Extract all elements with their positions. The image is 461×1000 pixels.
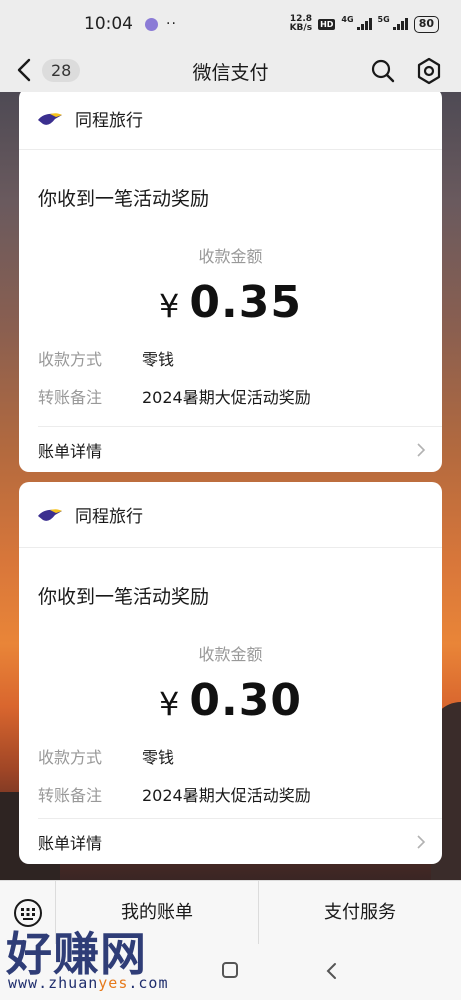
currency-symbol: ¥: [159, 287, 180, 325]
net-5g-label: 5G: [377, 15, 390, 24]
detail-row-method: 收款方式 零钱: [19, 744, 442, 768]
back-icon[interactable]: [324, 962, 338, 980]
unread-count-badge: 28: [42, 58, 81, 82]
brand-logo-icon: [38, 112, 62, 125]
status-more: ··: [166, 16, 177, 32]
amount: ¥ 0.30: [19, 675, 442, 726]
card-message: 你收到一笔活动奖励: [38, 188, 210, 210]
method-label: 收款方式: [38, 748, 103, 767]
brand-name: 同程旅行: [75, 507, 143, 527]
note-value: 2024暑期大促活动奖励: [142, 786, 311, 805]
net-4g-label: 4G: [341, 15, 354, 24]
gear-icon[interactable]: [415, 57, 443, 85]
menu-payment-services[interactable]: 支付服务: [258, 880, 461, 945]
payment-card[interactable]: 同程旅行 你收到一笔活动奖励 收款金额 ¥ 0.30 收款方式 零钱 转账备注 …: [19, 482, 442, 864]
net-speed-unit: KB/s: [289, 23, 313, 33]
detail-row-note: 转账备注 2024暑期大促活动奖励: [19, 782, 442, 806]
watermark-url-highlight: yes: [98, 974, 129, 992]
home-icon[interactable]: [222, 962, 238, 978]
battery-indicator: 80: [413, 15, 439, 33]
signal-icon-2: [392, 18, 408, 30]
note-label: 转账备注: [38, 388, 103, 407]
app-notification-icon: [145, 17, 158, 31]
bill-details-label: 账单详情: [38, 441, 103, 461]
back-button[interactable]: 28: [14, 56, 81, 84]
watermark-url: www.zhuanyes.com: [8, 974, 169, 992]
bill-details-link[interactable]: 账单详情: [38, 818, 442, 864]
bill-details-link[interactable]: 账单详情: [38, 426, 442, 472]
card-header: 同程旅行: [19, 92, 442, 150]
method-label: 收款方式: [38, 350, 103, 369]
hd-badge: HD: [318, 18, 336, 30]
detail-row-note: 转账备注 2024暑期大促活动奖励: [19, 384, 442, 408]
method-value: 零钱: [142, 748, 175, 767]
brand-logo-icon: [38, 508, 62, 521]
status-time: 10:04: [84, 14, 133, 34]
chevron-right-icon: [417, 442, 426, 457]
amount-value: 0.30: [189, 675, 302, 726]
net-speed: 12.8 KB/s: [290, 15, 312, 33]
chevron-right-icon: [417, 834, 426, 849]
status-bar: 10:04 ·· 12.8 KB/s HD 4G 5G 80: [0, 0, 461, 48]
card-message: 你收到一笔活动奖励: [38, 586, 210, 608]
watermark-url-post: .com: [128, 974, 169, 992]
chevron-left-icon: [17, 58, 31, 82]
amount-label: 收款金额: [198, 247, 263, 266]
amount: ¥ 0.35: [19, 277, 442, 328]
watermark-url-pre: www.zhuan: [8, 974, 99, 992]
card-header: 同程旅行: [19, 482, 442, 548]
payment-card[interactable]: 同程旅行 你收到一笔活动奖励 收款金额 ¥ 0.35 收款方式 零钱 转账备注 …: [19, 92, 442, 472]
bill-details-label: 账单详情: [38, 833, 103, 853]
detail-row-method: 收款方式 零钱: [19, 346, 442, 370]
status-indicators: 12.8 KB/s HD 4G 5G 80: [290, 15, 439, 33]
note-value: 2024暑期大促活动奖励: [142, 388, 311, 407]
amount-label: 收款金额: [198, 645, 263, 664]
brand-name: 同程旅行: [75, 111, 143, 131]
header: 28 微信支付: [0, 48, 461, 92]
site-watermark: 好赚网 www.zhuanyes.com: [6, 918, 196, 998]
currency-symbol: ¥: [159, 685, 180, 723]
signal-icon: [356, 18, 372, 30]
note-label: 转账备注: [38, 786, 103, 805]
search-icon[interactable]: [370, 58, 396, 84]
amount-value: 0.35: [189, 277, 302, 328]
method-value: 零钱: [142, 350, 175, 369]
chat-background: 同程旅行 你收到一笔活动奖励 收款金额 ¥ 0.35 收款方式 零钱 转账备注 …: [0, 92, 461, 880]
